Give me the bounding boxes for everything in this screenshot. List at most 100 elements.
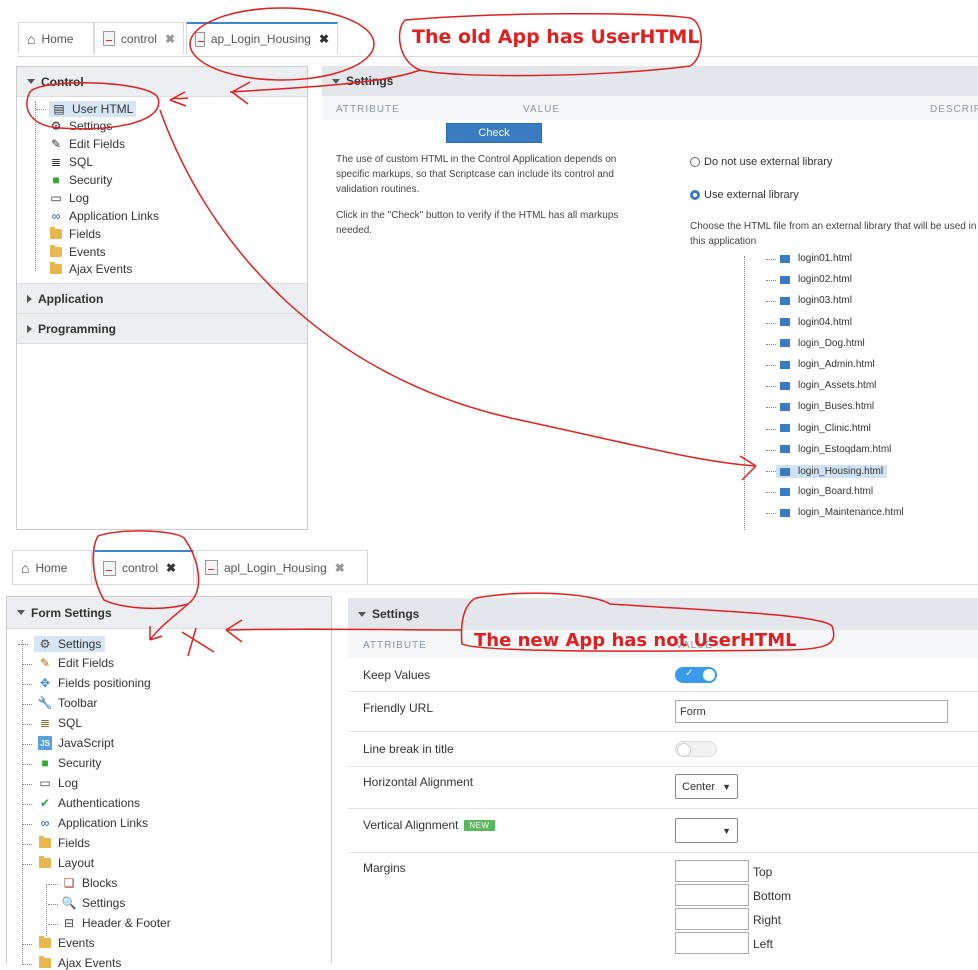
bottom-tab-home[interactable]: ⌂ Home [12,550,92,584]
row-vertical-alignment: Vertical Alignment NEW ▼ [348,808,978,853]
bottom-tree-item[interactable]: 🔍 Settings [48,896,125,910]
section-application[interactable]: Application [17,283,307,314]
radio-use-external-library[interactable]: Use external library [690,189,799,201]
document-icon [195,31,205,47]
edit-icon: ✎ [50,137,62,151]
keep-values-toggle[interactable]: ✓ [675,667,717,683]
file-item[interactable]: login_Assets.html [766,380,876,391]
file-item[interactable]: login_Buses.html [766,401,874,412]
bottom-tree-item[interactable]: Ajax Events [22,956,121,970]
close-icon[interactable]: ✖ [166,561,176,575]
bottom-tree-item[interactable]: ❏ Blocks [48,876,117,890]
html-file-icon [780,360,790,369]
bottom-tree-item[interactable]: 🔧 Toolbar [22,696,97,710]
margin-left-input[interactable] [675,932,749,954]
row-line-break: Line break in title [348,731,978,767]
bottom-tree-item[interactable]: ✎ Edit Fields [22,656,114,670]
top-settings-title: Settings [322,66,978,96]
col-attribute: ATTRIBUTE [336,104,400,115]
tree-item-log[interactable]: ▭ Log [49,191,89,205]
top-tab-home[interactable]: ⌂ Home [18,22,94,54]
tree-item-application-links[interactable]: ∞ Application Links [49,209,159,223]
close-icon[interactable]: ✖ [165,32,175,46]
html-icon: ▤ [53,102,65,116]
tree-item-events[interactable]: Events [49,245,106,259]
chevron-down-icon [358,611,366,617]
tree-item-fields[interactable]: Fields [49,227,101,241]
close-icon[interactable]: ✖ [319,32,329,46]
bottom-tree-item[interactable]: Layout [22,856,94,870]
wrench-icon: 🔧 [37,696,53,710]
bottom-tree-item[interactable]: ✔ Authentications [22,796,140,810]
file-item[interactable]: login03.html [766,295,852,306]
bottom-tree-item[interactable]: Fields [22,836,90,850]
html-file-icon [780,487,790,496]
file-item[interactable]: login_Estoqdam.html [766,444,891,455]
file-item[interactable]: login_Board.html [766,486,873,497]
horizontal-alignment-select[interactable]: Center ▼ [675,774,738,799]
bottom-tree-item[interactable]: ✥ Fields positioning [22,676,151,690]
margin-left-label: Left [753,937,774,951]
file-item[interactable]: login_Dog.html [766,338,865,349]
tree-item-ajax-events[interactable]: Ajax Events [49,262,132,276]
radio-no-external-library[interactable]: Do not use external library [690,156,832,168]
top-tab-control[interactable]: control ✖ [94,22,184,54]
header-footer-icon: ⊟ [63,916,75,930]
bottom-tree-item[interactable]: ∞ Application Links [22,816,148,830]
html-file-icon [780,318,790,327]
bottom-panel-title[interactable]: Form Settings [7,597,331,629]
col-description: DESCRIPT [930,104,978,115]
margin-top-input[interactable] [675,860,749,882]
bottom-tree-item[interactable]: ■ Security [22,756,101,770]
folder-icon [49,227,63,241]
top-tab-login-housing[interactable]: ap_Login_Housing ✖ [186,22,338,54]
document-icon [103,31,115,46]
tree-item-sql[interactable]: ≣ SQL [49,155,93,169]
tree-item-settings[interactable]: ⚙ Settings [49,119,113,133]
file-item[interactable]: login01.html [766,253,852,264]
file-item[interactable]: login_Clinic.html [766,423,871,434]
bottom-tree-item[interactable]: ⊟ Header & Footer [48,916,171,930]
html-file-icon [780,424,790,433]
line-break-toggle[interactable] [675,741,717,757]
database-icon: ≣ [50,155,62,169]
top-panel-title[interactable]: Control [17,67,307,97]
folder-icon [49,262,63,276]
folder-icon [38,956,52,970]
bottom-tab-login-housing[interactable]: apl_Login_Housing ✖ [196,550,368,584]
bottom-tree-item[interactable]: Events [22,936,95,950]
bottom-tree-item[interactable]: JS JavaScript [22,736,114,750]
radio-checked-icon [690,190,700,200]
chevron-down-icon: ▼ [722,781,731,792]
folder-icon [49,245,63,259]
search-icon: 🔍 [61,896,77,910]
bottom-tree-item[interactable]: ▭ Log [22,776,78,790]
bottom-tree-item[interactable]: ⚙ Settings [18,636,106,652]
file-item[interactable]: login04.html [766,317,852,328]
file-item[interactable]: login_Admin.html [766,359,875,370]
close-icon[interactable]: ✖ [335,561,345,575]
tree-item-edit-fields[interactable]: ✎ Edit Fields [49,137,125,151]
bottom-tab-control[interactable]: control ✖ [94,550,194,584]
margin-right-input[interactable] [675,908,749,930]
file-item[interactable]: login_Housing.html [766,465,888,478]
margin-bottom-input[interactable] [675,884,749,906]
tree-item-user-html[interactable]: ▤ User HTML [36,101,137,117]
html-file-icon [780,339,790,348]
file-item[interactable]: login_Maintenance.html [766,507,904,518]
html-file-icon [780,381,790,390]
check-button[interactable]: Check [446,123,542,143]
home-icon: ⌂ [21,559,30,576]
javascript-icon: JS [38,736,52,750]
chevron-down-icon [332,78,340,84]
bottom-tab-bar: ⌂ Home control ✖ apl_Login_Housing ✖ [12,550,978,585]
database-icon: ≣ [39,716,51,730]
vertical-alignment-select[interactable]: ▼ [675,818,738,843]
friendly-url-input[interactable]: Form [675,700,948,723]
file-item[interactable]: login02.html [766,274,852,285]
bottom-tree-item[interactable]: ≣ SQL [22,716,82,730]
tree-item-security[interactable]: ■ Security [49,173,112,187]
section-programming[interactable]: Programming [17,314,307,344]
html-file-icon [780,275,790,284]
folder-icon [38,856,52,870]
